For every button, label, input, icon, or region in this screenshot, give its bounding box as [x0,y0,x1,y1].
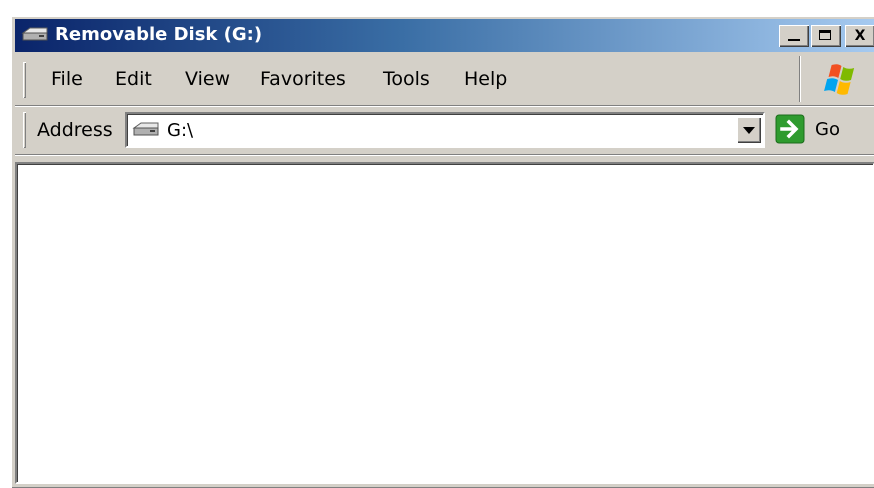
menu-tools[interactable]: Tools [383,67,430,91]
chevron-down-icon [743,127,755,134]
windows-logo-icon [824,64,855,95]
close-icon: X [854,28,866,44]
removable-drive-icon [132,122,159,136]
toolbar-separator [15,105,874,107]
menu-file[interactable]: File [51,67,83,91]
menu-view[interactable]: View [185,67,230,91]
menu-favorites[interactable]: Favorites [260,67,346,91]
address-input[interactable]: G:\ [125,112,765,148]
addressbar-grip[interactable] [23,112,26,148]
menu-edit[interactable]: Edit [115,67,152,91]
address-label: Address [37,119,113,141]
menubar-grip[interactable] [23,62,26,98]
explorer-window: Removable Disk (G:) X File Edit View Fav… [11,16,874,488]
go-label: Go [815,119,840,140]
minimize-button[interactable] [779,25,809,47]
go-button[interactable]: Go [775,114,865,146]
folder-content-pane[interactable] [15,162,874,484]
go-arrow-icon [775,114,805,144]
addressbar-separator [15,154,874,156]
address-value: G:\ [167,120,194,141]
title-bar[interactable]: Removable Disk (G:) X [15,19,874,52]
address-dropdown-button[interactable] [737,117,761,143]
maximize-button[interactable] [811,25,841,47]
close-button[interactable]: X [845,25,874,47]
throbber-area [799,56,874,102]
menu-help[interactable]: Help [464,67,507,91]
window-title: Removable Disk (G:) [55,24,263,45]
menu-bar: File Edit View Favorites Tools Help [15,56,874,104]
maximize-icon [819,30,831,40]
removable-drive-icon [21,27,48,41]
minimize-icon [788,39,800,41]
address-bar: Address G:\ Go [15,108,874,152]
